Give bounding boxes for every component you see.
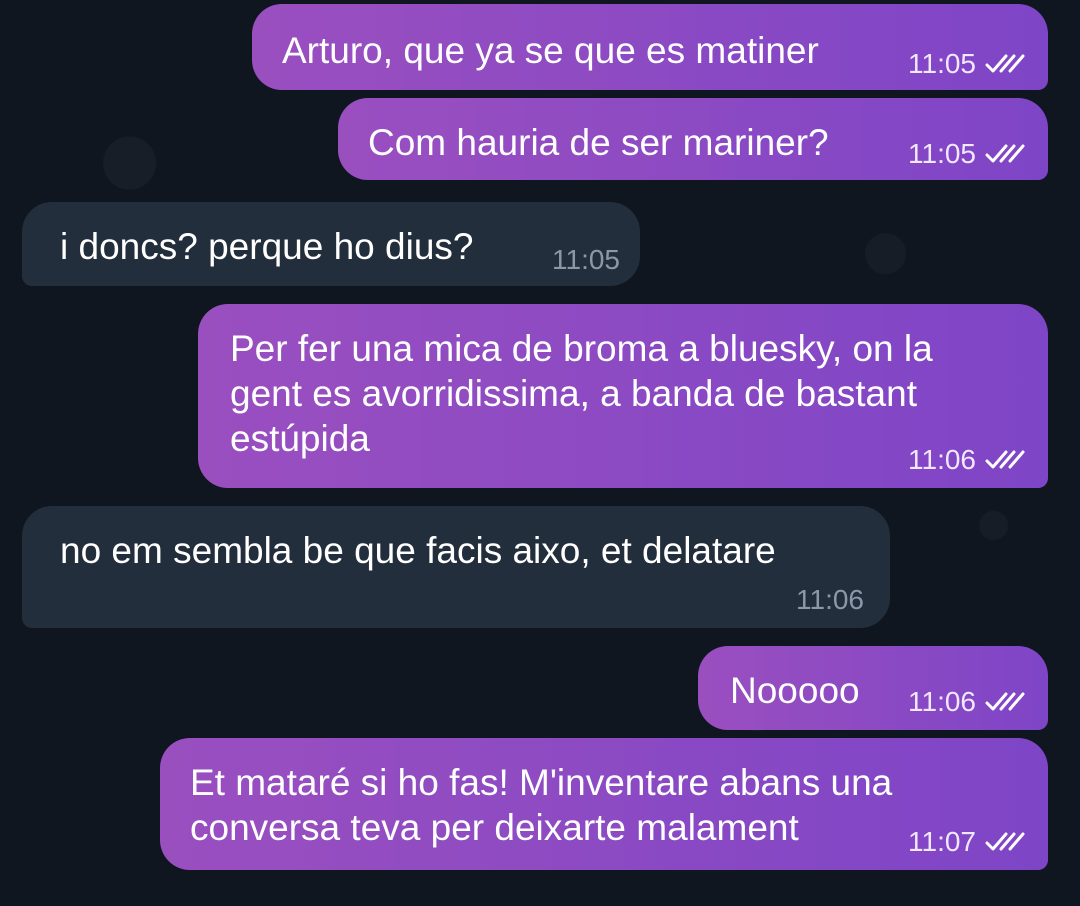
message-meta: 11:05 — [908, 48, 1026, 80]
outgoing-message[interactable]: Arturo, que ya se que es matiner 11:05 — [252, 4, 1048, 90]
message-time: 11:07 — [908, 826, 976, 857]
incoming-message[interactable]: i doncs? perque ho dius? 11:05 — [22, 202, 640, 286]
message-text: Com hauria de ser mariner? — [368, 122, 829, 163]
outgoing-message[interactable]: Per fer una mica de broma a bluesky, on … — [198, 304, 1048, 488]
outgoing-message[interactable]: Et mataré si ho fas! M'inventare abans u… — [160, 738, 1048, 870]
message-text: no em sembla be que facis aixo, et delat… — [60, 530, 776, 571]
message-text: Arturo, que ya se que es matiner — [282, 30, 819, 71]
outgoing-message[interactable]: Com hauria de ser mariner? 11:05 — [338, 98, 1048, 180]
double-check-icon — [985, 450, 1025, 469]
message-text: i doncs? perque ho dius? — [60, 226, 474, 267]
message-meta: 11:05 — [908, 138, 1026, 170]
message-text: Nooooo — [730, 670, 860, 711]
message-meta: 11:05 — [552, 244, 620, 276]
double-check-icon — [985, 692, 1025, 711]
message-time: 11:06 — [796, 584, 864, 615]
double-check-icon — [985, 144, 1025, 163]
incoming-message[interactable]: no em sembla be que facis aixo, et delat… — [22, 506, 890, 628]
message-time: 11:05 — [908, 48, 976, 79]
message-meta: 11:06 — [908, 444, 1026, 476]
message-meta: 11:06 — [796, 584, 864, 616]
message-meta: 11:07 — [908, 826, 1026, 858]
message-text: Et mataré si ho fas! M'inventare abans u… — [190, 762, 893, 848]
message-time: 11:05 — [552, 244, 620, 275]
message-time: 11:06 — [908, 686, 976, 717]
message-time: 11:05 — [908, 138, 976, 169]
message-meta: 11:06 — [908, 686, 1026, 718]
double-check-icon — [985, 832, 1025, 851]
message-time: 11:06 — [908, 444, 976, 475]
outgoing-message[interactable]: Nooooo 11:06 — [698, 646, 1048, 730]
double-check-icon — [985, 54, 1025, 73]
message-text: Per fer una mica de broma a bluesky, on … — [230, 328, 933, 459]
